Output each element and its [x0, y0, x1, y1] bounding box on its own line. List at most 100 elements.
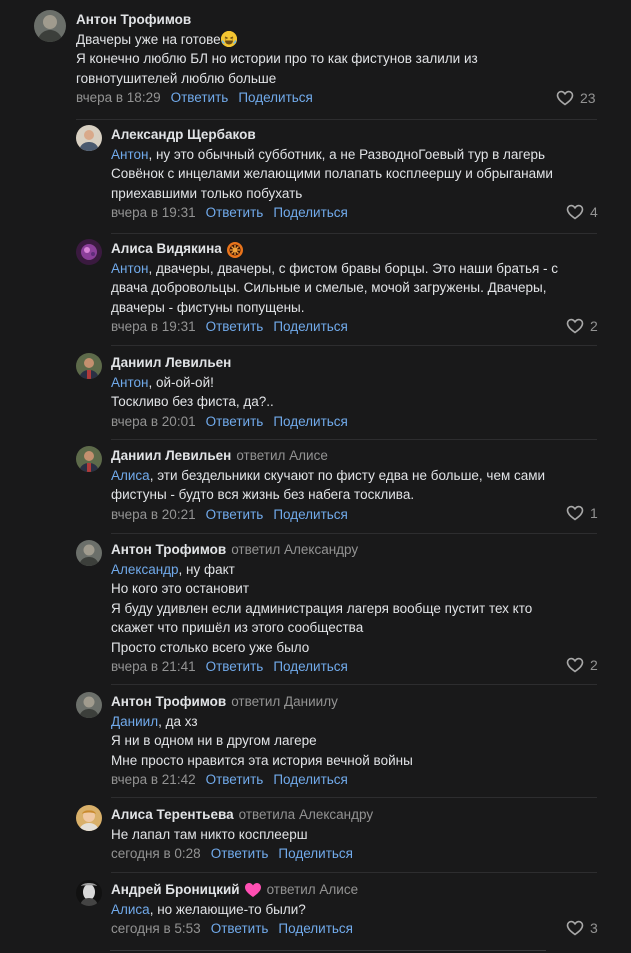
comment-time[interactable]: вчера в 20:01 [111, 412, 196, 432]
share-button[interactable]: Поделиться [273, 505, 348, 525]
avatar[interactable] [76, 446, 102, 472]
comment-meta: вчера в 21:41 Ответить Поделиться [111, 657, 611, 677]
share-button[interactable]: Поделиться [273, 657, 348, 677]
comment-author[interactable]: Андрей Броницкий ответил Алисе [111, 880, 611, 900]
divider [111, 684, 597, 685]
comment-text-line: Антон, двачеры, двачеры, с фистом бравы … [111, 260, 559, 276]
reply-to-label[interactable]: ответила Александру [239, 805, 373, 825]
comment-meta: вчера в 20:21 Ответить Поделиться [111, 505, 611, 525]
comment-author[interactable]: Антон Трофимов ответил Даниилу [111, 692, 611, 712]
comment-text-line: Мне просто нравится эта история вечной в… [111, 752, 413, 768]
comment-text-line: фистуны - будто вся жизнь без набега тос… [111, 487, 415, 502]
reply-to-label[interactable]: ответил Даниилу [231, 692, 338, 712]
share-button[interactable]: Поделиться [278, 919, 353, 939]
share-button[interactable]: Поделиться [238, 88, 313, 108]
avatar[interactable] [76, 805, 102, 831]
avatar[interactable] [76, 692, 102, 718]
divider [111, 439, 597, 440]
avatar[interactable] [76, 239, 102, 265]
comment-meta: вчера в 18:29 Ответить Поделиться [76, 88, 631, 108]
share-button[interactable]: Поделиться [273, 770, 348, 790]
divider [76, 119, 597, 120]
reply-button[interactable]: Ответить [171, 88, 229, 108]
heart-outline-icon [556, 90, 574, 106]
avatar[interactable] [76, 880, 102, 906]
reply-button[interactable]: Ответить [206, 770, 264, 790]
like-button[interactable]: 3 [566, 920, 598, 936]
comment-time[interactable]: вчера в 21:42 [111, 770, 196, 790]
comment-time[interactable]: сегодня в 5:53 [111, 919, 201, 939]
mention-link[interactable]: Антон [111, 261, 148, 276]
comment-text-line: Я буду удивлен если администрация лагеря… [111, 600, 533, 616]
divider [111, 872, 597, 873]
comment-text-line: Просто столько всего уже было [111, 639, 310, 655]
bottom-divider [110, 950, 546, 951]
heart-outline-icon [566, 657, 584, 673]
mention-link[interactable]: Даниил [111, 714, 158, 729]
comment-text-line: двачеры - фистуны попущены. [111, 299, 305, 315]
avatar[interactable] [76, 125, 102, 151]
comment-author[interactable]: Даниил Левильен [111, 353, 611, 373]
avatar[interactable] [76, 353, 102, 379]
pink-heart-icon [244, 882, 262, 898]
comment-text-line: приехавшими только побухать [111, 185, 303, 201]
share-button[interactable]: Поделиться [273, 203, 348, 223]
comment-author[interactable]: Антон Трофимов [76, 10, 631, 30]
comment-text-line: Александр, ну факт [111, 561, 235, 577]
avatar[interactable] [76, 540, 102, 566]
like-button[interactable]: 2 [566, 318, 598, 334]
share-button[interactable]: Поделиться [278, 844, 353, 864]
divider [111, 233, 597, 234]
reply-button[interactable]: Ответить [206, 505, 264, 525]
comment-text-line: Двачеры уже на готове [76, 30, 631, 50]
like-button[interactable]: 23 [556, 90, 596, 106]
comment-time[interactable]: вчера в 18:29 [76, 88, 161, 108]
comment-text-line: скажет что пришёл из этого сообщества [111, 620, 364, 635]
comment-time[interactable]: вчера в 21:41 [111, 657, 196, 677]
comment-text-line: Не лапал там никто косплеерш [111, 826, 308, 842]
reply-to-label[interactable]: ответил Алисе [267, 880, 359, 900]
like-button[interactable]: 4 [566, 204, 598, 220]
reply-button[interactable]: Ответить [211, 844, 269, 864]
reply-button[interactable]: Ответить [206, 412, 264, 432]
comment-author[interactable]: Александр Щербаков [111, 125, 611, 145]
reply-button[interactable]: Ответить [206, 657, 264, 677]
like-count: 23 [580, 90, 596, 106]
reply-to-label[interactable]: ответил Алисе [236, 446, 328, 466]
comment-author[interactable]: Даниил Левильен ответил Алисе [111, 446, 611, 466]
reply-button[interactable]: Ответить [211, 919, 269, 939]
reply-button[interactable]: Ответить [206, 317, 264, 337]
reply-to-label[interactable]: ответил Александру [231, 540, 358, 560]
like-button[interactable]: 2 [566, 657, 598, 673]
mention-link[interactable]: Алиса [111, 468, 150, 483]
comment-meta: вчера в 20:01 Ответить Поделиться [111, 412, 611, 432]
comment-time[interactable]: вчера в 20:21 [111, 505, 196, 525]
comment-text-line: Я ни в одном ни в другом лагере [111, 733, 317, 748]
comment-meta: вчера в 21:42 Ответить Поделиться [111, 770, 611, 790]
comment-time[interactable]: вчера в 19:31 [111, 203, 196, 223]
avatar[interactable] [34, 10, 66, 42]
comment-author[interactable]: Алиса Видякина [111, 239, 611, 259]
comment-text-line: Но кого это остановит [111, 581, 249, 596]
share-button[interactable]: Поделиться [273, 317, 348, 337]
mention-link[interactable]: Александр [111, 562, 179, 577]
comment-author[interactable]: Алиса Терентьева ответила Александру [111, 805, 611, 825]
comment-text-line: Совёнок с инцелами желающими полапать ко… [111, 166, 553, 181]
share-button[interactable]: Поделиться [273, 412, 348, 432]
comment-text-line: Алиса, эти бездельники скучают по фисту … [111, 467, 546, 483]
comment-text-line: говнотушителей люблю больше [76, 70, 277, 86]
divider [111, 345, 597, 346]
mention-link[interactable]: Антон [111, 147, 148, 162]
reply-button[interactable]: Ответить [206, 203, 264, 223]
sun-badge-icon [226, 241, 243, 258]
comment-time[interactable]: сегодня в 0:28 [111, 844, 201, 864]
comment-text-line: Антон, ну это обычный субботник, а не Ра… [111, 146, 546, 162]
mention-link[interactable]: Алиса [111, 902, 150, 917]
like-count: 2 [590, 318, 598, 334]
like-count: 1 [590, 505, 598, 521]
comment-time[interactable]: вчера в 19:31 [111, 317, 196, 337]
mention-link[interactable]: Антон [111, 375, 148, 390]
comment-author[interactable]: Антон Трофимов ответил Александру [111, 540, 611, 560]
like-button[interactable]: 1 [566, 505, 598, 521]
comment-text-line: Тоскливо без фиста, да?.. [111, 394, 274, 409]
